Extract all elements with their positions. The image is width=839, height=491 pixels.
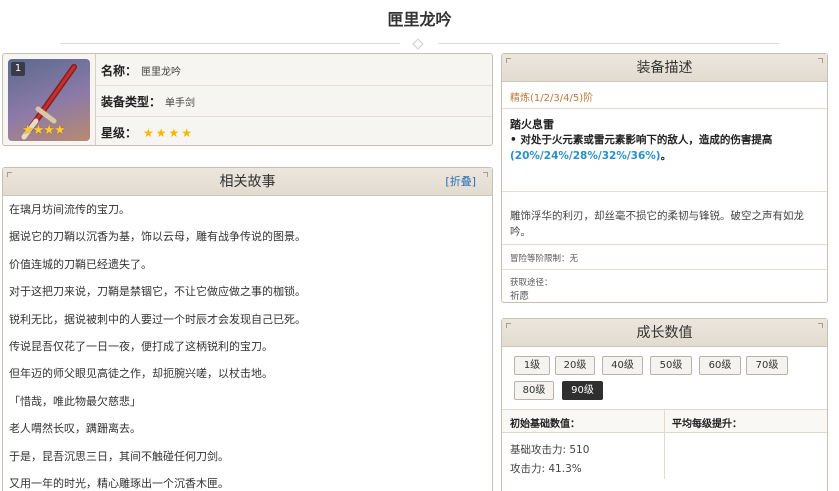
equip-title: 装备描述 (636, 60, 693, 76)
story-line: 但年迈的师父眼见高徒之作，却扼腕兴嗟，以杖击地。 (9, 367, 273, 381)
type-label: 装备类型： (101, 95, 162, 109)
image-rarity-stars: ★★★★ (22, 123, 66, 138)
story-line: 又用一年的时光，精心雕琢出一个沉香木匣。 (9, 476, 229, 490)
equip-header: 装备描述 (502, 54, 827, 82)
level-button-70[interactable]: 70级 (746, 356, 788, 375)
level-button-60[interactable]: 60级 (699, 356, 741, 375)
info-rarity-row: 星级： ★★★★ (101, 124, 194, 141)
rarity-label: 星级： (101, 126, 138, 140)
weapon-image: 1 ★★★★ (8, 59, 90, 141)
story-title: 相关故事 (219, 174, 276, 190)
growth-title: 成长数值 (636, 325, 693, 341)
skill-desc-values: (20%/24%/28%/32%/36%) (510, 150, 661, 162)
growth-header: 成长数值 (502, 319, 827, 347)
col-base-header: 初始基础数值： (510, 419, 580, 430)
skill-name: 踏火息雷 (510, 118, 554, 131)
level-button-50[interactable]: 50级 (650, 356, 692, 375)
page-title: 匣里龙吟 (387, 10, 452, 29)
name-value: 匣里龙吟 (141, 67, 182, 78)
story-header: 相关故事 [折叠] (3, 168, 492, 196)
skill-desc-suffix: 。 (660, 150, 672, 162)
skill-desc: • 对处于火元素或雷元素影响下的敌人，造成的伤害提高 (20%/24%/28%/3… (510, 132, 822, 164)
equip-desc-panel: 装备描述 精炼(1/2/3/4/5)阶 踏火息雷 • 对处于火元素或雷元素影响下… (501, 53, 828, 303)
story-line: 「惜哉，唯此物最欠慈悲」 (9, 394, 141, 408)
story-line: 于是，昆吾沉思三日，其间不触碰任何刀剑。 (9, 449, 229, 463)
col-avg-header: 平均每级提升： (672, 419, 742, 430)
base-atk-value: 基础攻击力: 510 (510, 444, 590, 456)
type-value: 单手剑 (165, 98, 196, 109)
refine-text: 精炼(1/2/3/4/5)阶 (510, 93, 594, 104)
source-label: 获取途径： (510, 278, 553, 288)
growth-panel: 成长数值 1级 20级 40级 50级 60级 70级 80级 90级 初始基础… (501, 318, 828, 491)
story-line: 传说昆吾仅花了一日一夜，便打成了这柄锐利的宝刀。 (9, 339, 273, 353)
source-value: 祈愿 (510, 291, 530, 302)
weapon-info-panel: 1 ★★★★ 名称： 匣里龙吟 装备类型： 单手剑 星级： ★★★★ (2, 53, 493, 146)
atk-pct-value: 攻击力: 41.3% (510, 463, 582, 475)
title-ornament (60, 38, 779, 50)
refine-badge: 1 (11, 62, 25, 76)
story-line: 老人喟然长叹，蹒跚离去。 (9, 422, 141, 436)
level-button-80[interactable]: 80级 (514, 381, 554, 400)
story-line: 对于这把刀来说，刀鞘是禁锢它，不让它做应做之事的枷锁。 (9, 285, 306, 299)
story-line: 价值连城的刀鞘已经遗失了。 (9, 257, 152, 271)
ascend-limit: 冒险等阶限制：无 (510, 254, 579, 264)
flavor-text: 雕饰浮华的利刃，却丝毫不损它的柔韧与锋锐。破空之声有如龙吟。 (510, 210, 804, 238)
story-line: 锐利无比，据说被刺中的人要过一个时辰才会发现自己已死。 (9, 312, 306, 326)
level-button-1[interactable]: 1级 (514, 356, 550, 375)
name-label: 名称： (101, 64, 138, 78)
story-line: 据说它的刀鞘以沉香为基，饰以云母，雕有战争传说的图景。 (9, 230, 306, 244)
story-lines: 在璃月坊间流传的宝刀。 据说它的刀鞘以沉香为基，饰以云母，雕有战争传说的图景。 … (3, 196, 492, 491)
info-type-row: 装备类型： 单手剑 (101, 93, 195, 110)
level-button-20[interactable]: 20级 (555, 356, 595, 375)
story-panel: 相关故事 [折叠] 在璃月坊间流传的宝刀。 据说它的刀鞘以沉香为基，饰以云母，雕… (2, 167, 493, 491)
fold-link[interactable]: [折叠] (445, 168, 476, 196)
info-name-row: 名称： 匣里龙吟 (101, 62, 181, 79)
rarity-stars: ★★★★ (143, 126, 195, 140)
story-line: 在璃月坊间流传的宝刀。 (9, 203, 130, 216)
skill-desc-text: • 对处于火元素或雷元素影响下的敌人，造成的伤害提高 (510, 134, 773, 146)
level-button-90[interactable]: 90级 (562, 381, 603, 400)
level-button-40[interactable]: 40级 (602, 356, 643, 375)
